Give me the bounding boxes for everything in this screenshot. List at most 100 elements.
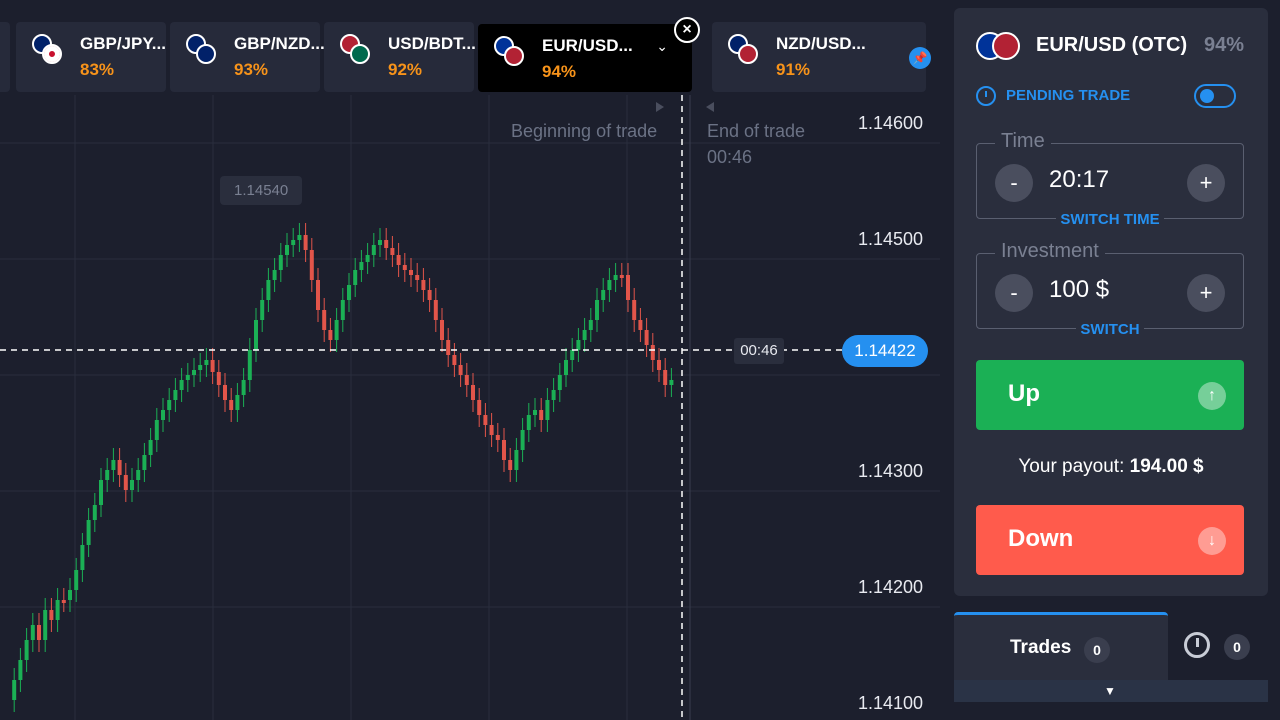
down-button-label: Down bbox=[1008, 525, 1074, 552]
us-flag-icon bbox=[738, 44, 758, 64]
expand-bar[interactable]: ▼ bbox=[954, 680, 1268, 702]
candle-body bbox=[278, 255, 283, 270]
candle-body bbox=[402, 265, 407, 270]
candle-body bbox=[328, 330, 333, 340]
tab-trades[interactable]: Trades 0 bbox=[954, 612, 1168, 680]
candle-body bbox=[235, 395, 240, 410]
candle-body bbox=[309, 250, 314, 280]
asset-tab-gbp-nzd[interactable]: GBP/NZD... 93% bbox=[170, 22, 325, 92]
candle-body bbox=[427, 290, 432, 300]
clock-icon bbox=[1184, 632, 1210, 658]
investment-increment-button[interactable]: + bbox=[1187, 274, 1225, 312]
candle-body bbox=[632, 300, 637, 320]
beginning-of-trade-label: Beginning of trade bbox=[511, 121, 658, 141]
end-marker-icon bbox=[706, 102, 714, 112]
up-button[interactable]: Up ↑ bbox=[976, 360, 1244, 430]
jp-flag-icon bbox=[42, 44, 62, 64]
tab-history[interactable]: 0 bbox=[1170, 612, 1268, 680]
time-value[interactable]: 20:17 bbox=[1049, 166, 1109, 194]
time-field: Time - 20:17 + SWITCH TIME bbox=[976, 130, 1244, 228]
candle-body bbox=[663, 370, 668, 385]
candle-body bbox=[185, 375, 190, 380]
candle-body bbox=[471, 385, 475, 400]
candle-body bbox=[18, 660, 23, 680]
us-flag-icon bbox=[504, 46, 524, 66]
switch-link[interactable]: SWITCH bbox=[977, 321, 1243, 338]
candle-body bbox=[173, 390, 178, 400]
investment-decrement-button[interactable]: - bbox=[995, 274, 1033, 312]
time-decrement-button[interactable]: - bbox=[995, 164, 1033, 202]
current-time-badge: 00:46 bbox=[734, 338, 784, 364]
asset-tab-nzd-usd[interactable]: NZD/USD... 91% bbox=[712, 22, 926, 92]
candle-body bbox=[297, 235, 302, 240]
candle-body bbox=[378, 240, 382, 245]
candle-body bbox=[365, 255, 370, 262]
candle-body bbox=[68, 590, 72, 600]
chart-canvas[interactable] bbox=[0, 0, 940, 720]
candle-body bbox=[595, 300, 599, 320]
candle-body bbox=[154, 420, 159, 440]
price-level-label: 1.14500 bbox=[858, 229, 924, 249]
price-chart[interactable]: Beginning of trade End of trade 00:46 1.… bbox=[0, 0, 940, 720]
candle-body bbox=[123, 475, 128, 490]
price-tooltip: 1.14540 bbox=[220, 176, 303, 205]
beginning-marker-icon bbox=[656, 102, 664, 112]
candle-body bbox=[148, 440, 153, 455]
chevron-down-icon[interactable]: ⌄ bbox=[656, 38, 668, 55]
candle-body bbox=[198, 365, 203, 370]
candle-body bbox=[557, 375, 562, 390]
chevron-down-icon[interactable]: ▼ bbox=[1104, 684, 1116, 698]
history-count-badge: 0 bbox=[1224, 634, 1250, 660]
candle-body bbox=[303, 235, 308, 250]
candle-body bbox=[452, 355, 457, 365]
asset-payout-percent: 94% bbox=[1204, 34, 1245, 56]
time-increment-button[interactable]: + bbox=[1187, 164, 1225, 202]
candle-body bbox=[37, 625, 41, 640]
asset-tab-usd-bdt[interactable]: USD/BDT... 92% bbox=[324, 22, 476, 92]
investment-legend: Investment bbox=[995, 240, 1105, 263]
flag-icon bbox=[340, 34, 376, 70]
candle-body bbox=[192, 370, 196, 375]
arrow-down-icon: ↓ bbox=[1198, 527, 1226, 555]
candle-body bbox=[626, 275, 630, 300]
flag-icon bbox=[186, 34, 222, 70]
payout-label: Your payout: bbox=[1018, 456, 1125, 477]
trades-tab-label: Trades bbox=[1010, 637, 1072, 658]
candle-body bbox=[30, 625, 35, 640]
asset-payout: 91% bbox=[776, 60, 811, 79]
candle-body bbox=[99, 480, 103, 505]
switch-time-link[interactable]: SWITCH TIME bbox=[977, 211, 1243, 228]
asset-tab-partial[interactable] bbox=[0, 22, 10, 92]
candle-body bbox=[161, 410, 165, 420]
switch-label[interactable]: SWITCH bbox=[1076, 321, 1144, 338]
time-legend: Time bbox=[995, 130, 1051, 153]
asset-tab-gbp-jpy[interactable]: GBP/JPY... 83% bbox=[16, 22, 166, 92]
investment-value[interactable]: 100 $ bbox=[1049, 276, 1109, 304]
candle-body bbox=[347, 285, 351, 300]
candle-body bbox=[241, 380, 246, 395]
candle-body bbox=[440, 320, 444, 340]
payout-value: 194.00 $ bbox=[1129, 456, 1204, 477]
pin-icon[interactable]: 📌 bbox=[909, 47, 931, 69]
switch-time-label[interactable]: SWITCH TIME bbox=[1056, 211, 1164, 228]
current-price-badge: 1.14422 bbox=[842, 335, 928, 367]
down-button[interactable]: Down ↓ bbox=[976, 505, 1244, 575]
asset-name: NZD/USD... bbox=[776, 34, 866, 53]
pending-trade-toggle[interactable] bbox=[1194, 84, 1236, 108]
asset-tab-eur-usd[interactable]: EUR/USD... 94% ⌄ bbox=[478, 24, 692, 92]
asset-name: GBP/NZD... bbox=[234, 34, 325, 53]
close-icon[interactable]: × bbox=[674, 17, 700, 43]
candle-body bbox=[229, 400, 234, 410]
candle-body bbox=[619, 275, 624, 278]
candle-body bbox=[409, 270, 413, 275]
asset-name: USD/BDT... bbox=[388, 34, 476, 53]
candle-body bbox=[582, 330, 587, 340]
candle-body bbox=[49, 610, 54, 620]
candle-body bbox=[526, 415, 531, 430]
candle-body bbox=[136, 470, 141, 480]
candle-body bbox=[371, 245, 376, 255]
candle-body bbox=[223, 385, 227, 400]
candle-body bbox=[266, 280, 271, 300]
asset-payout: 92% bbox=[388, 60, 423, 79]
candle-body bbox=[353, 270, 358, 285]
